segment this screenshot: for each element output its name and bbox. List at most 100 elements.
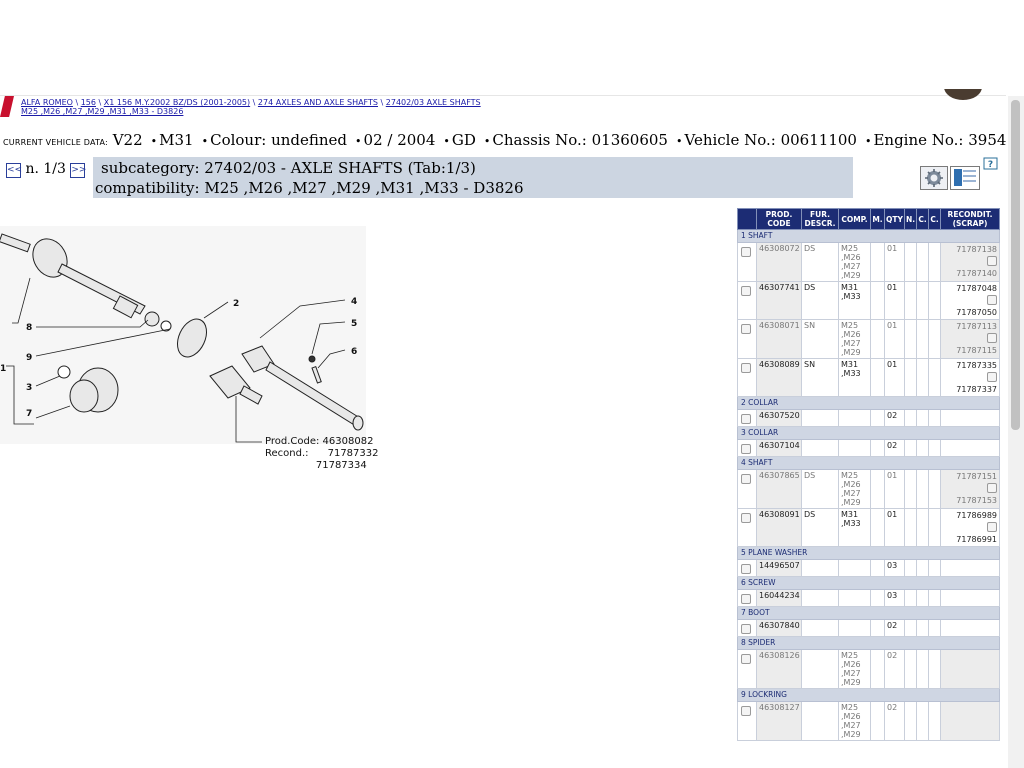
recondit-checkbox[interactable] — [987, 333, 997, 343]
comp-value: ,M26 — [841, 480, 861, 489]
m-cell — [870, 619, 885, 637]
column-header[interactable]: N. — [904, 208, 917, 230]
breadcrumb-item-version[interactable]: X1 156 M.Y.2002 BZ/DS (2001-2005) — [104, 98, 250, 107]
column-header[interactable]: C. — [916, 208, 929, 230]
comp-value: M25 — [841, 471, 859, 480]
c-cell — [928, 619, 941, 637]
comp-value: ,M29 — [841, 271, 861, 280]
comp-cell: M31 ,M33 — [838, 358, 871, 397]
comp-value: ,M27 — [841, 262, 861, 271]
prod-code[interactable]: 46308072 — [756, 242, 802, 282]
row-checkbox[interactable] — [741, 594, 751, 604]
c-cell — [916, 589, 929, 607]
qty: 03 — [884, 589, 905, 607]
breadcrumb-item-model[interactable]: 156 — [81, 98, 96, 107]
prod-code[interactable]: 46307520 — [756, 409, 802, 427]
comp-value: ,M26 — [841, 712, 861, 721]
vehicle-data-line: CURRENT VEHICLE DATA: V22 • M31 • Colour: un… — [3, 131, 1024, 149]
prod-code[interactable]: 46307865 — [756, 469, 802, 509]
row-checkbox[interactable] — [741, 706, 751, 716]
c-cell — [916, 319, 929, 359]
recondit-checkbox[interactable] — [987, 295, 997, 305]
fur-descr: SN — [801, 358, 839, 397]
prod-code[interactable]: 46307104 — [756, 439, 802, 457]
bullet: • — [864, 135, 872, 148]
column-header[interactable]: PROD. CODE — [756, 208, 802, 230]
pagination: << n. 1/3 >> — [6, 161, 86, 178]
column-header[interactable]: FUR. DESCR. — [801, 208, 839, 230]
next-page-button[interactable]: >> — [70, 163, 86, 178]
breadcrumb-item-group[interactable]: 274 AXLES AND AXLE SHAFTS — [258, 98, 378, 107]
fur-descr: SN — [801, 319, 839, 359]
select-cell — [737, 439, 757, 457]
prod-code[interactable]: 46308127 — [756, 701, 802, 741]
row-checkbox[interactable] — [741, 564, 751, 574]
callout-8: 8 — [26, 323, 32, 333]
row-checkbox[interactable] — [741, 286, 751, 296]
table-row: 46308089 SN M31 ,M33 01 71787335 71787337 — [737, 358, 1000, 397]
column-header[interactable]: M. — [870, 208, 885, 230]
callout-1: 1 — [0, 364, 6, 374]
vehicle-data-label: CURRENT VEHICLE DATA: — [3, 138, 108, 147]
recondit-cell — [940, 701, 1000, 741]
column-header[interactable]: RECONDIT. (SCRAP) — [940, 208, 1000, 230]
prod-code[interactable]: 46307840 — [756, 619, 802, 637]
comp-cell — [838, 619, 871, 637]
list-view-icon[interactable] — [950, 166, 980, 190]
help-icon[interactable]: ? — [983, 155, 998, 170]
recondit-checkbox[interactable] — [987, 483, 997, 493]
comp-value: M31 — [841, 283, 859, 292]
row-checkbox[interactable] — [741, 414, 751, 424]
vehicle-field: 02 / 2004 — [363, 131, 436, 149]
row-checkbox[interactable] — [741, 474, 751, 484]
callout-2: 2 — [233, 299, 239, 309]
qty: 02 — [884, 649, 905, 689]
column-header[interactable]: COMP. — [838, 208, 871, 230]
n-cell — [904, 281, 917, 320]
select-cell — [737, 619, 757, 637]
recondit-checkbox[interactable] — [987, 372, 997, 382]
recondit-code: 71787151 — [956, 472, 997, 481]
row-checkbox[interactable] — [741, 363, 751, 373]
column-header[interactable]: QTY — [884, 208, 905, 230]
prod-code[interactable]: 46308071 — [756, 319, 802, 359]
qty: 02 — [884, 619, 905, 637]
scrollbar-thumb[interactable] — [1011, 100, 1020, 430]
row-checkbox[interactable] — [741, 247, 751, 257]
group-row: 2 COLLAR — [737, 396, 1000, 410]
settings-gear-icon[interactable] — [920, 166, 948, 190]
table-row: 46307865 DS M25 ,M26 ,M27 ,M29 01 71787151 71787… — [737, 469, 1000, 509]
recondit-checkbox[interactable] — [987, 256, 997, 266]
comp-cell: M25 ,M26 ,M27 ,M29 — [838, 701, 871, 741]
row-checkbox[interactable] — [741, 624, 751, 634]
breadcrumb-item-brand[interactable]: ALFA ROMEO — [21, 98, 73, 107]
c-cell — [928, 469, 941, 509]
row-checkbox[interactable] — [741, 444, 751, 454]
recondit-cell — [940, 439, 1000, 457]
group-row: 8 SPIDER — [737, 636, 1000, 650]
prod-code[interactable]: 14496507 — [756, 559, 802, 577]
c-cell — [928, 559, 941, 577]
group-title: 1 SHAFT — [737, 229, 1000, 243]
prod-code[interactable]: 46307741 — [756, 281, 802, 320]
group-row: 1 SHAFT — [737, 229, 1000, 243]
row-checkbox[interactable] — [741, 324, 751, 334]
recondit-code: 71787337 — [956, 385, 997, 394]
recondit-code: 71787153 — [956, 496, 997, 505]
prev-page-button[interactable]: << — [6, 163, 22, 178]
prod-code[interactable]: 46308091 — [756, 508, 802, 547]
prod-code[interactable]: 46308126 — [756, 649, 802, 689]
prod-code[interactable]: 46308089 — [756, 358, 802, 397]
recondit-cell: 71787335 71787337 — [940, 358, 1000, 397]
c-cell — [928, 242, 941, 282]
group-title: 5 PLANE WASHER — [737, 546, 1000, 560]
qty: 03 — [884, 559, 905, 577]
row-checkbox[interactable] — [741, 513, 751, 523]
bullet: • — [201, 135, 209, 148]
recondit-checkbox[interactable] — [987, 522, 997, 532]
qty: 01 — [884, 469, 905, 509]
prod-code[interactable]: 16044234 — [756, 589, 802, 607]
row-checkbox[interactable] — [741, 654, 751, 664]
comp-cell: M31 ,M33 — [838, 281, 871, 320]
column-header[interactable]: C. — [928, 208, 941, 230]
